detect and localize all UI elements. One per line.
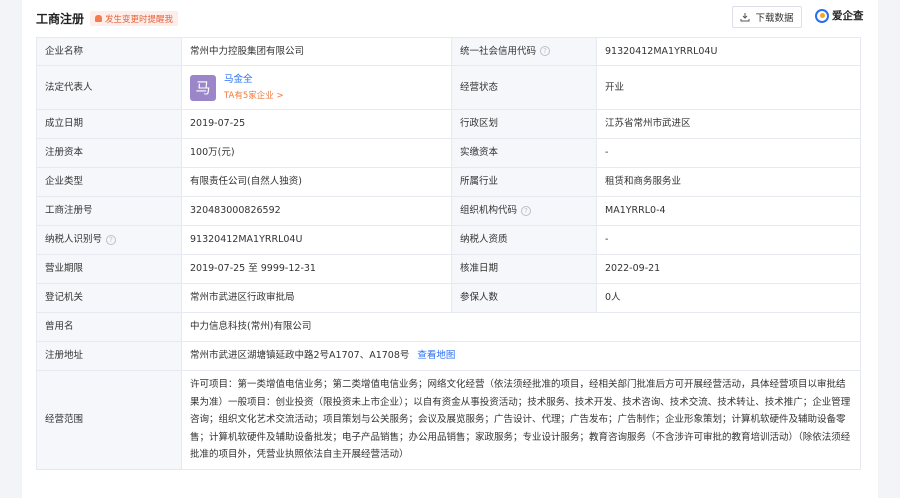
table-row: 法定代表人 马 马金全 TA有5家企业 > 经营状态 开业 [36,65,861,110]
industry-value: 租赁和商务服务业 [596,167,861,197]
table-row: 营业期限 2019-07-25 至 9999-12-31 核准日期 2022-0… [36,254,861,284]
registered-capital-value: 100万(元) [181,138,452,168]
registration-table: 企业名称 常州中力控股集团有限公司 统一社会信用代码? 91320412MA1Y… [36,37,861,470]
taxpayer-id-label: 纳税人识别号 [45,234,103,245]
row-label: 企业类型 [36,167,182,197]
approval-date-value: 2022-09-21 [596,254,861,284]
row-label: 所属行业 [451,167,597,197]
registration-authority-value: 常州市武进区行政审批局 [181,283,452,313]
business-term-value: 2019-07-25 至 9999-12-31 [181,254,452,284]
table-row: 注册地址 常州市武进区湖塘镇延政中路2号A1707、A1708号 查看地图 [36,341,861,371]
operating-status-value: 开业 [596,65,861,110]
section-title: 工商注册 [36,12,85,26]
row-label: 成立日期 [36,109,182,139]
established-date-value: 2019-07-25 [181,109,452,139]
aiqicha-logo: 爱企查 [815,8,864,23]
section-header: 工商注册 发生变更时提醒我 下载数据 爱企查 [22,0,878,36]
table-row: 注册资本 100万(元) 实缴资本 - [36,138,861,168]
address-value: 常州市武进区湖塘镇延政中路2号A1707、A1708号 [190,350,410,361]
row-label: 工商注册号 [36,196,182,226]
view-map-link[interactable]: 查看地图 [417,350,455,361]
table-row: 企业名称 常州中力控股集团有限公司 统一社会信用代码? 91320412MA1Y… [36,37,861,66]
row-label: 曾用名 [36,312,182,342]
row-label: 企业名称 [36,37,182,66]
registration-number-value: 320483000826592 [181,196,452,226]
company-type-value: 有限责任公司(自然人独资) [181,167,452,197]
org-code-label: 组织机构代码 [460,205,518,216]
former-name-value: 中力信息科技(常州)有限公司 [181,312,861,342]
row-label: 注册资本 [36,138,182,168]
avatar[interactable]: 马 [190,74,216,101]
row-label: 参保人数 [451,283,597,313]
table-row: 成立日期 2019-07-25 行政区划 江苏省常州市武进区 [36,109,861,139]
org-code-value: MA1YRRL0-4 [596,196,861,226]
row-label: 实缴资本 [451,138,597,168]
help-icon[interactable]: ? [106,234,117,245]
legal-rep-name-link[interactable]: 马金全 [224,73,284,87]
paid-capital-value: - [596,138,861,168]
row-label: 纳税人资质 [451,225,597,255]
row-label: 法定代表人 [36,65,182,110]
insured-count-value: 0人 [596,283,861,313]
help-icon[interactable]: ? [521,205,532,216]
business-registration-card: 工商注册 发生变更时提醒我 下载数据 爱企查 企业名称 常州中力控股集团有限公司… [22,0,878,498]
table-row: 工商注册号 320483000826592 组织机构代码? MA1YRRL0-4 [36,196,861,226]
taxpayer-qualification-value: - [596,225,861,255]
change-alert-label: 发生变更时提醒我 [105,14,174,25]
download-data-button[interactable]: 下载数据 [732,6,802,28]
row-label: 注册地址 [36,341,182,371]
download-data-label: 下载数据 [755,13,794,24]
credit-code-label: 统一社会信用代码 [460,45,537,57]
bell-icon [95,15,102,22]
row-label: 登记机关 [36,283,182,313]
taxpayer-id-value: 91320412MA1YRRL04U [181,225,452,255]
business-scope-value: 许可项目：第一类增值电信业务；第二类增值电信业务；网络文化经营（依法须经批准的项… [181,370,861,470]
row-label: 营业期限 [36,254,182,284]
credit-code-value: 91320412MA1YRRL04U [596,37,861,66]
table-row: 纳税人识别号? 91320412MA1YRRL04U 纳税人资质 - [36,225,861,255]
table-row: 企业类型 有限责任公司(自然人独资) 所属行业 租赁和商务服务业 [36,167,861,197]
row-label: 纳税人识别号? [36,225,182,255]
table-row: 经营范围 许可项目：第一类增值电信业务；第二类增值电信业务；网络文化经营（依法须… [36,370,861,470]
change-alert-button[interactable]: 发生变更时提醒我 [90,11,179,26]
legal-rep-cell: 马 马金全 TA有5家企业 > [181,65,452,110]
logo-icon [815,8,829,23]
company-name-value: 常州中力控股集团有限公司 [181,37,452,66]
region-value: 江苏省常州市武进区 [596,109,861,139]
row-label: 行政区划 [451,109,597,139]
logo-text: 爱企查 [832,10,864,22]
row-label: 经营范围 [36,370,182,470]
help-icon[interactable]: ? [540,46,551,56]
row-label: 经营状态 [451,65,597,110]
row-label: 组织机构代码? [451,196,597,226]
table-row: 登记机关 常州市武进区行政审批局 参保人数 0人 [36,283,861,313]
row-label: 核准日期 [451,254,597,284]
address-cell: 常州市武进区湖塘镇延政中路2号A1707、A1708号 查看地图 [181,341,861,371]
legal-rep-companies-link[interactable]: TA有5家企业 > [224,89,284,103]
download-icon [740,13,750,22]
row-label: 统一社会信用代码? [451,37,597,66]
table-row: 曾用名 中力信息科技(常州)有限公司 [36,312,861,342]
